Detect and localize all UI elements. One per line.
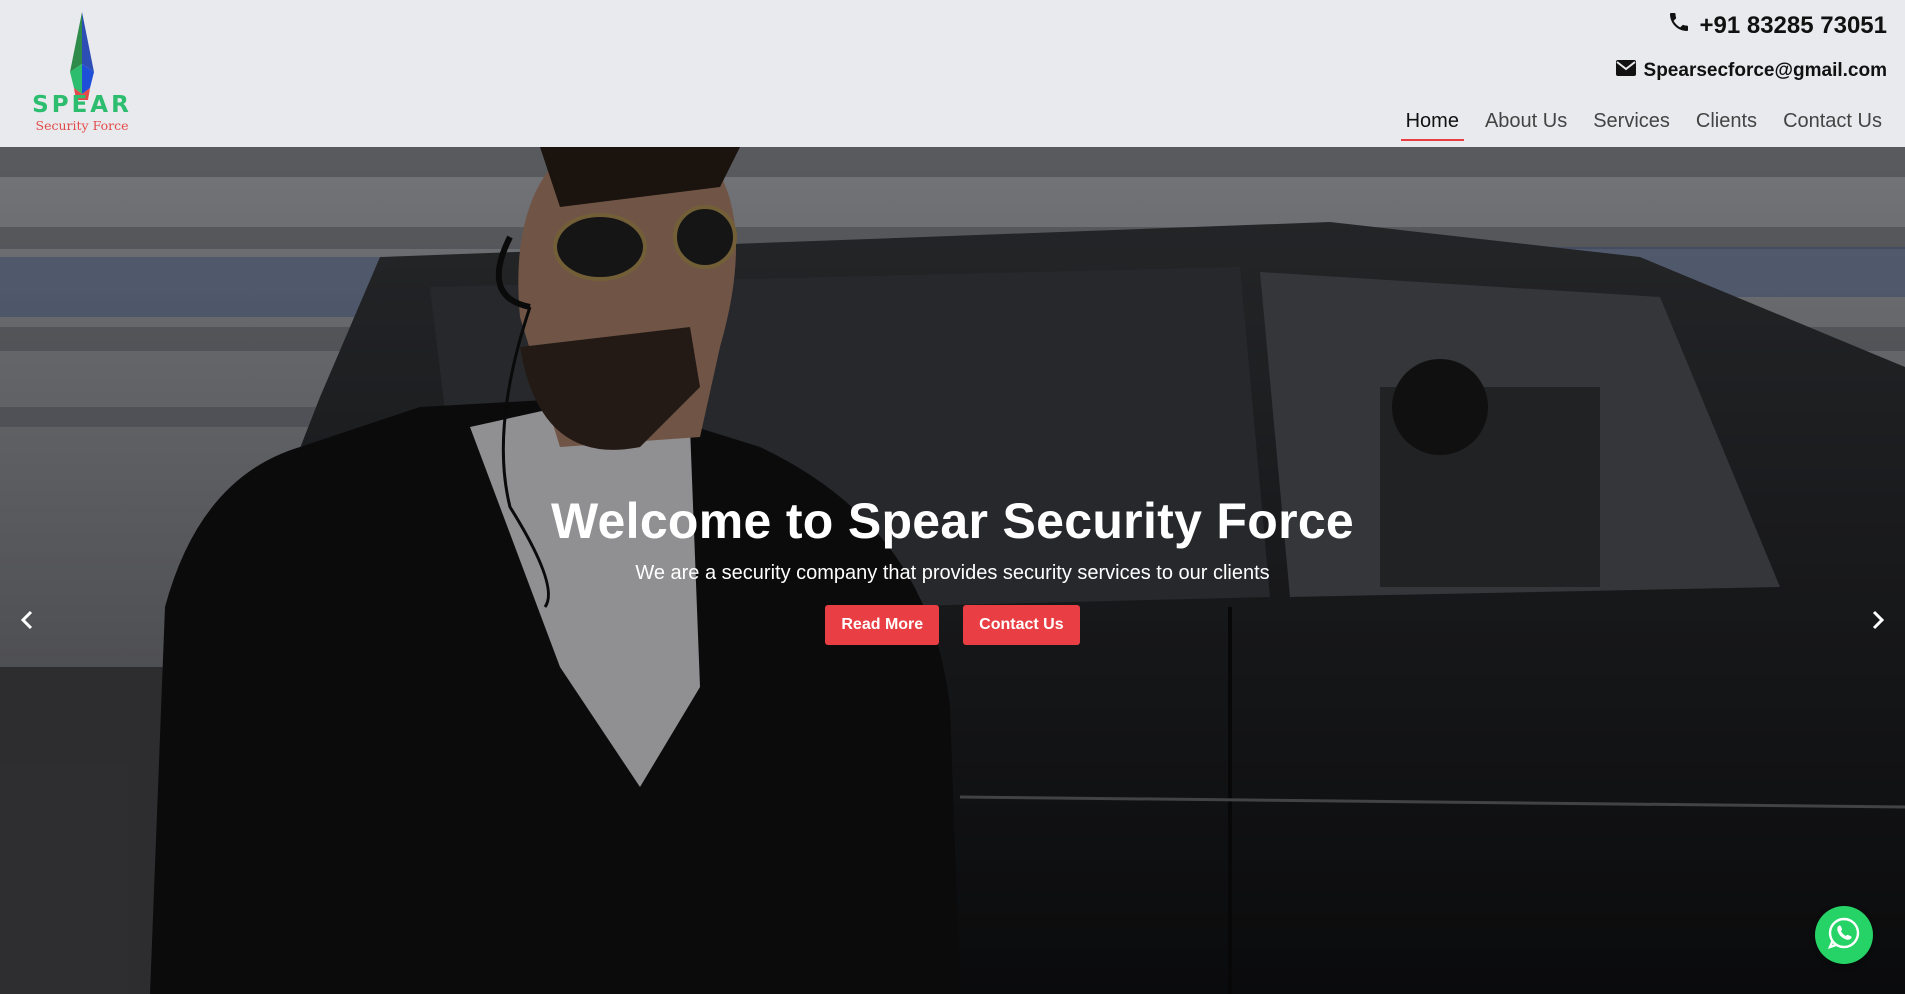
- header-phone[interactable]: +91 83285 73051: [1667, 10, 1887, 41]
- hero-carousel: Welcome to Spear Security Force We are a…: [0, 147, 1905, 994]
- site-header: SPEAR Security Force +91 83285 73051 Spe…: [0, 0, 1905, 147]
- nav-services[interactable]: Services: [1588, 108, 1675, 141]
- logo-tagline: Security Force: [36, 118, 129, 133]
- nav-clients[interactable]: Clients: [1691, 108, 1762, 141]
- contact-us-button[interactable]: Contact Us: [963, 605, 1080, 645]
- hero-subtitle: We are a security company that provides …: [635, 562, 1270, 584]
- header-email[interactable]: Spearsecforce@gmail.com: [1615, 60, 1887, 82]
- nav-contact-us[interactable]: Contact Us: [1778, 108, 1887, 141]
- envelope-icon: [1615, 60, 1636, 82]
- nav-about-us[interactable]: About Us: [1480, 108, 1572, 141]
- hero-buttons: Read More Contact Us: [0, 605, 1905, 645]
- email-address: Spearsecforce@gmail.com: [1643, 60, 1887, 81]
- spear-logo[interactable]: SPEAR Security Force: [18, 10, 146, 138]
- spear-logo-graphic: SPEAR Security Force: [32, 12, 132, 133]
- main-nav: Home About Us Services Clients Contact U…: [1400, 108, 1887, 141]
- phone-icon: [1667, 10, 1691, 41]
- logo-word: SPEAR: [32, 92, 132, 118]
- hero-title: Welcome to Spear Security Force: [550, 493, 1355, 549]
- read-more-button[interactable]: Read More: [825, 605, 940, 645]
- hero-caption: Welcome to Spear Security Force We are a…: [0, 492, 1905, 645]
- whatsapp-button[interactable]: [1815, 906, 1873, 964]
- nav-home[interactable]: Home: [1400, 108, 1464, 141]
- whatsapp-icon: [1826, 915, 1862, 956]
- phone-number: +91 83285 73051: [1699, 11, 1887, 39]
